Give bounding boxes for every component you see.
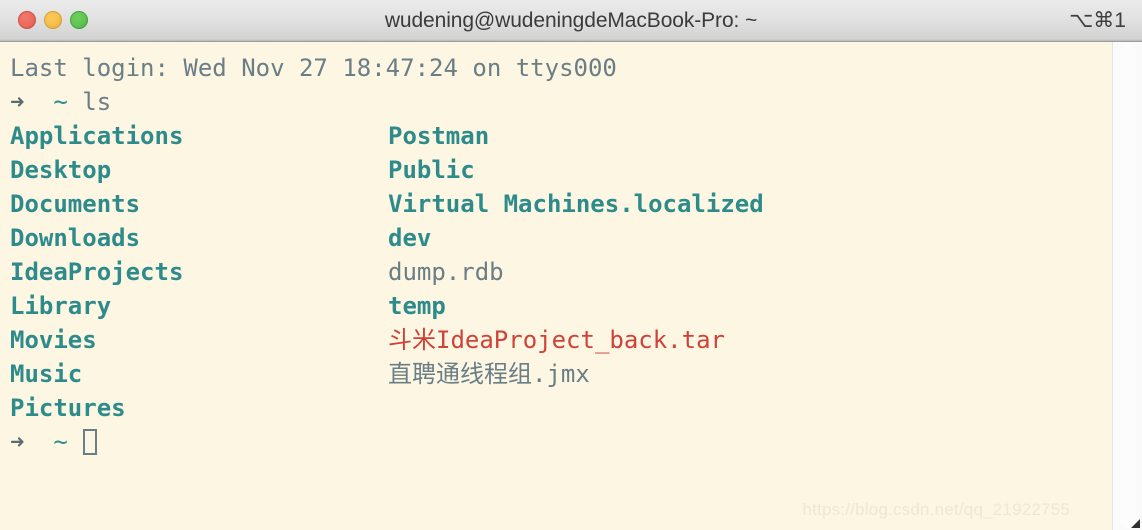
listing-entry-left: Desktop — [10, 156, 112, 184]
prompt-arrow-icon: ➜ — [10, 428, 25, 456]
directory-listing: Applications Postman Desktop Public Document… — [10, 119, 1112, 425]
listing-entry-right: dev — [388, 224, 432, 252]
watermark-text: https://blog.csdn.net/qq_21922755 — [802, 500, 1070, 519]
typed-command: ls — [82, 88, 112, 116]
window-title: wudening@wudeningdeMacBook-Pro: ~ — [384, 9, 758, 32]
terminal-line-login: Last login: Wed Nov 27 18:47:24 on ttys0… — [10, 51, 1112, 85]
prompt-space-2 — [68, 428, 82, 456]
last-login-message: Last login: Wed Nov 27 18:47:24 on ttys0… — [10, 54, 617, 82]
listing-entry-left: IdeaProjects — [10, 258, 184, 286]
prompt-space-1 — [24, 88, 53, 116]
prompt-arrow-icon: ➜ — [10, 88, 25, 116]
terminal-body[interactable]: Last login: Wed Nov 27 18:47:24 on ttys0… — [0, 42, 1142, 530]
prompt-space-2 — [68, 88, 82, 116]
listing-entry-right: temp — [388, 292, 446, 320]
prompt-path: ~ — [53, 428, 68, 456]
scrollbar-thumb[interactable] — [1120, 44, 1136, 528]
listing-entry-left: Documents — [10, 190, 141, 218]
listing-entry-right: Virtual Machines.localized — [388, 190, 764, 218]
listing-entry-left: Movies — [10, 326, 97, 354]
listing-row: Downloads dev — [10, 221, 1112, 255]
listing-entry-left: Pictures — [10, 394, 126, 422]
listing-row: IdeaProjects dump.rdb — [10, 255, 1112, 289]
listing-entry-left: Library — [10, 292, 112, 320]
active-prompt-line: ➜ ~ — [10, 425, 98, 459]
vertical-scrollbar[interactable] — [1112, 42, 1142, 530]
listing-row: Applications Postman — [10, 119, 1112, 153]
listing-row: Library temp — [10, 289, 1112, 323]
listing-row: Pictures — [10, 391, 1112, 425]
terminal-line-prompt-active[interactable]: ➜ ~ — [10, 425, 1112, 459]
terminal-screen[interactable]: Last login: Wed Nov 27 18:47:24 on ttys0… — [0, 42, 1112, 530]
listing-row: Movies 斗米IdeaProject_back.tar — [10, 323, 1112, 357]
command-prompt-line: ➜ ~ ls — [10, 85, 111, 119]
listing-row: Music 直聘通线程组.jmx — [10, 357, 1112, 391]
listing-entry-right: Postman — [388, 122, 490, 150]
prompt-path: ~ — [53, 88, 68, 116]
resize-handle-icon[interactable] — [1130, 518, 1140, 528]
window-titlebar[interactable]: wudening@wudeningdeMacBook-Pro: ~ ⌥⌘1 — [0, 0, 1142, 42]
listing-entry-right: dump.rdb — [388, 258, 504, 286]
listing-entry-right: Public — [388, 156, 475, 184]
terminal-window: wudening@wudeningdeMacBook-Pro: ~ ⌥⌘1 La… — [0, 0, 1142, 530]
listing-entry-left: Applications — [10, 122, 184, 150]
keyboard-shortcut-label: ⌥⌘1 — [1069, 9, 1126, 32]
listing-row: Desktop Public — [10, 153, 1112, 187]
listing-entry-right: 直聘通线程组.jmx — [388, 360, 590, 388]
prompt-space-1 — [24, 428, 53, 456]
listing-entry-left: Music — [10, 360, 83, 388]
block-cursor-icon — [83, 429, 98, 455]
listing-entry-right: 斗米IdeaProject_back.tar — [388, 326, 725, 354]
terminal-line-command: ➜ ~ ls — [10, 85, 1112, 119]
listing-row: Documents Virtual Machines.localized — [10, 187, 1112, 221]
listing-entry-left: Downloads — [10, 224, 141, 252]
